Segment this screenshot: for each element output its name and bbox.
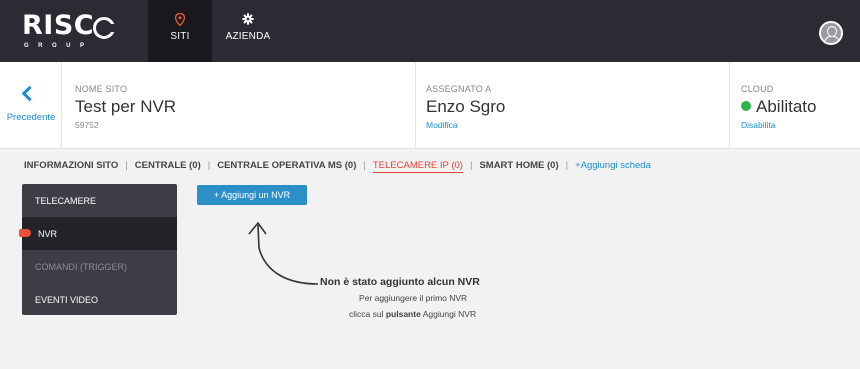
tab-separator: | xyxy=(469,160,473,171)
cloud-label: CLOUD xyxy=(741,84,774,94)
menu-item-label: TELECAMERE xyxy=(35,196,97,206)
tab-separator: | xyxy=(363,160,366,171)
site-name-block: NOME SITO Test per NVR 59752 xyxy=(75,84,176,130)
cloud-status-text: Abilitato xyxy=(756,97,817,116)
modify-link[interactable]: Modifica xyxy=(426,120,505,130)
site-header: Precedente NOME SITO Test per NVR 59752 … xyxy=(0,62,860,149)
menu-item-label: NVR xyxy=(38,229,58,239)
tab-separator: | xyxy=(125,160,128,171)
curved-arrow-icon xyxy=(248,221,319,285)
status-dot-icon xyxy=(741,101,751,111)
logo-c-mark xyxy=(93,17,117,39)
nav-tab-azienda[interactable]: AZIENDA xyxy=(218,0,278,62)
active-marker-icon xyxy=(19,229,31,237)
site-name: Test per NVR xyxy=(75,97,177,116)
menu-item-label: COMANDI (TRIGGER) xyxy=(35,262,127,272)
tab-telecamere-ip[interactable]: TELECAMERE IP (0) xyxy=(372,160,463,173)
empty-state-line2-bold: pulsante xyxy=(385,309,421,319)
empty-state-line2-suffix: Aggiungi NVR xyxy=(420,309,477,319)
assigned-user: Enzo Sgro xyxy=(426,97,506,116)
site-name-label: NOME SITO xyxy=(75,84,128,94)
risco-logo[interactable]: RISC GROUP xyxy=(22,10,122,54)
empty-state-line2: clicca sul pulsante Aggiungi NVR xyxy=(349,309,476,319)
menu-item-eventi-video[interactable]: EVENTI VIDEO xyxy=(22,283,177,316)
logo-wordmark: RISC xyxy=(22,10,95,41)
assigned-label: ASSEGNATO A xyxy=(426,84,492,94)
logo-subtitle: GROUP xyxy=(24,43,94,49)
assigned-block: ASSEGNATO A Enzo Sgro Modifica xyxy=(415,62,505,149)
empty-state-title: Non è stato aggiunto alcun NVR xyxy=(320,276,480,288)
section-tabs: INFORMAZIONI SITO | CENTRALE (0) | CENTRALE … xyxy=(24,160,651,173)
menu-item-label: EVENTI VIDEO xyxy=(35,295,99,305)
empty-state-line2-prefix: clicca sul xyxy=(349,309,386,319)
disable-cloud-link[interactable]: Disabilita xyxy=(741,120,816,130)
nav-tab-siti[interactable]: SITI xyxy=(148,0,212,62)
menu-item-nvr[interactable]: NVR xyxy=(19,217,177,250)
tab-informazioni-sito[interactable]: INFORMAZIONI SITO xyxy=(24,160,118,171)
tab-centrale[interactable]: CENTRALE (0) xyxy=(135,160,201,171)
empty-state-line1: Per aggiungere il primo NVR xyxy=(359,293,468,303)
top-navigation-bar: RISC GROUP SITI AZIENDA xyxy=(0,0,860,62)
back-label: Precedente xyxy=(6,112,56,123)
cloud-status: Abilitato xyxy=(741,97,816,117)
user-avatar-icon[interactable] xyxy=(819,21,843,45)
back-button[interactable]: Precedente xyxy=(0,62,62,149)
nav-tab-label: AZIENDA xyxy=(225,31,271,42)
menu-item-telecamere[interactable]: TELECAMERE xyxy=(22,184,177,217)
tab-smart-home[interactable]: SMART HOME (0) xyxy=(479,160,558,171)
add-tab-link[interactable]: +Aggiungi scheda xyxy=(575,160,651,171)
gear-icon xyxy=(218,13,278,27)
add-nvr-button[interactable]: + Aggiungi un NVR xyxy=(197,185,307,205)
menu-item-comandi-trigger[interactable]: COMANDI (TRIGGER) xyxy=(22,250,177,283)
tab-separator: | xyxy=(207,160,211,171)
tab-separator: | xyxy=(565,160,569,171)
tab-centrale-operativa[interactable]: CENTRALE OPERATIVA MS (0) xyxy=(217,160,356,171)
nav-tab-label: SITI xyxy=(170,31,190,42)
camera-side-menu: TELECAMERE NVR COMANDI (TRIGGER) EVENTI … xyxy=(19,184,177,316)
chevron-left-icon xyxy=(21,85,38,102)
site-id: 59752 xyxy=(75,120,99,130)
cloud-block: CLOUD Abilitato Disabilita xyxy=(729,62,816,149)
map-pin-icon xyxy=(148,12,212,27)
